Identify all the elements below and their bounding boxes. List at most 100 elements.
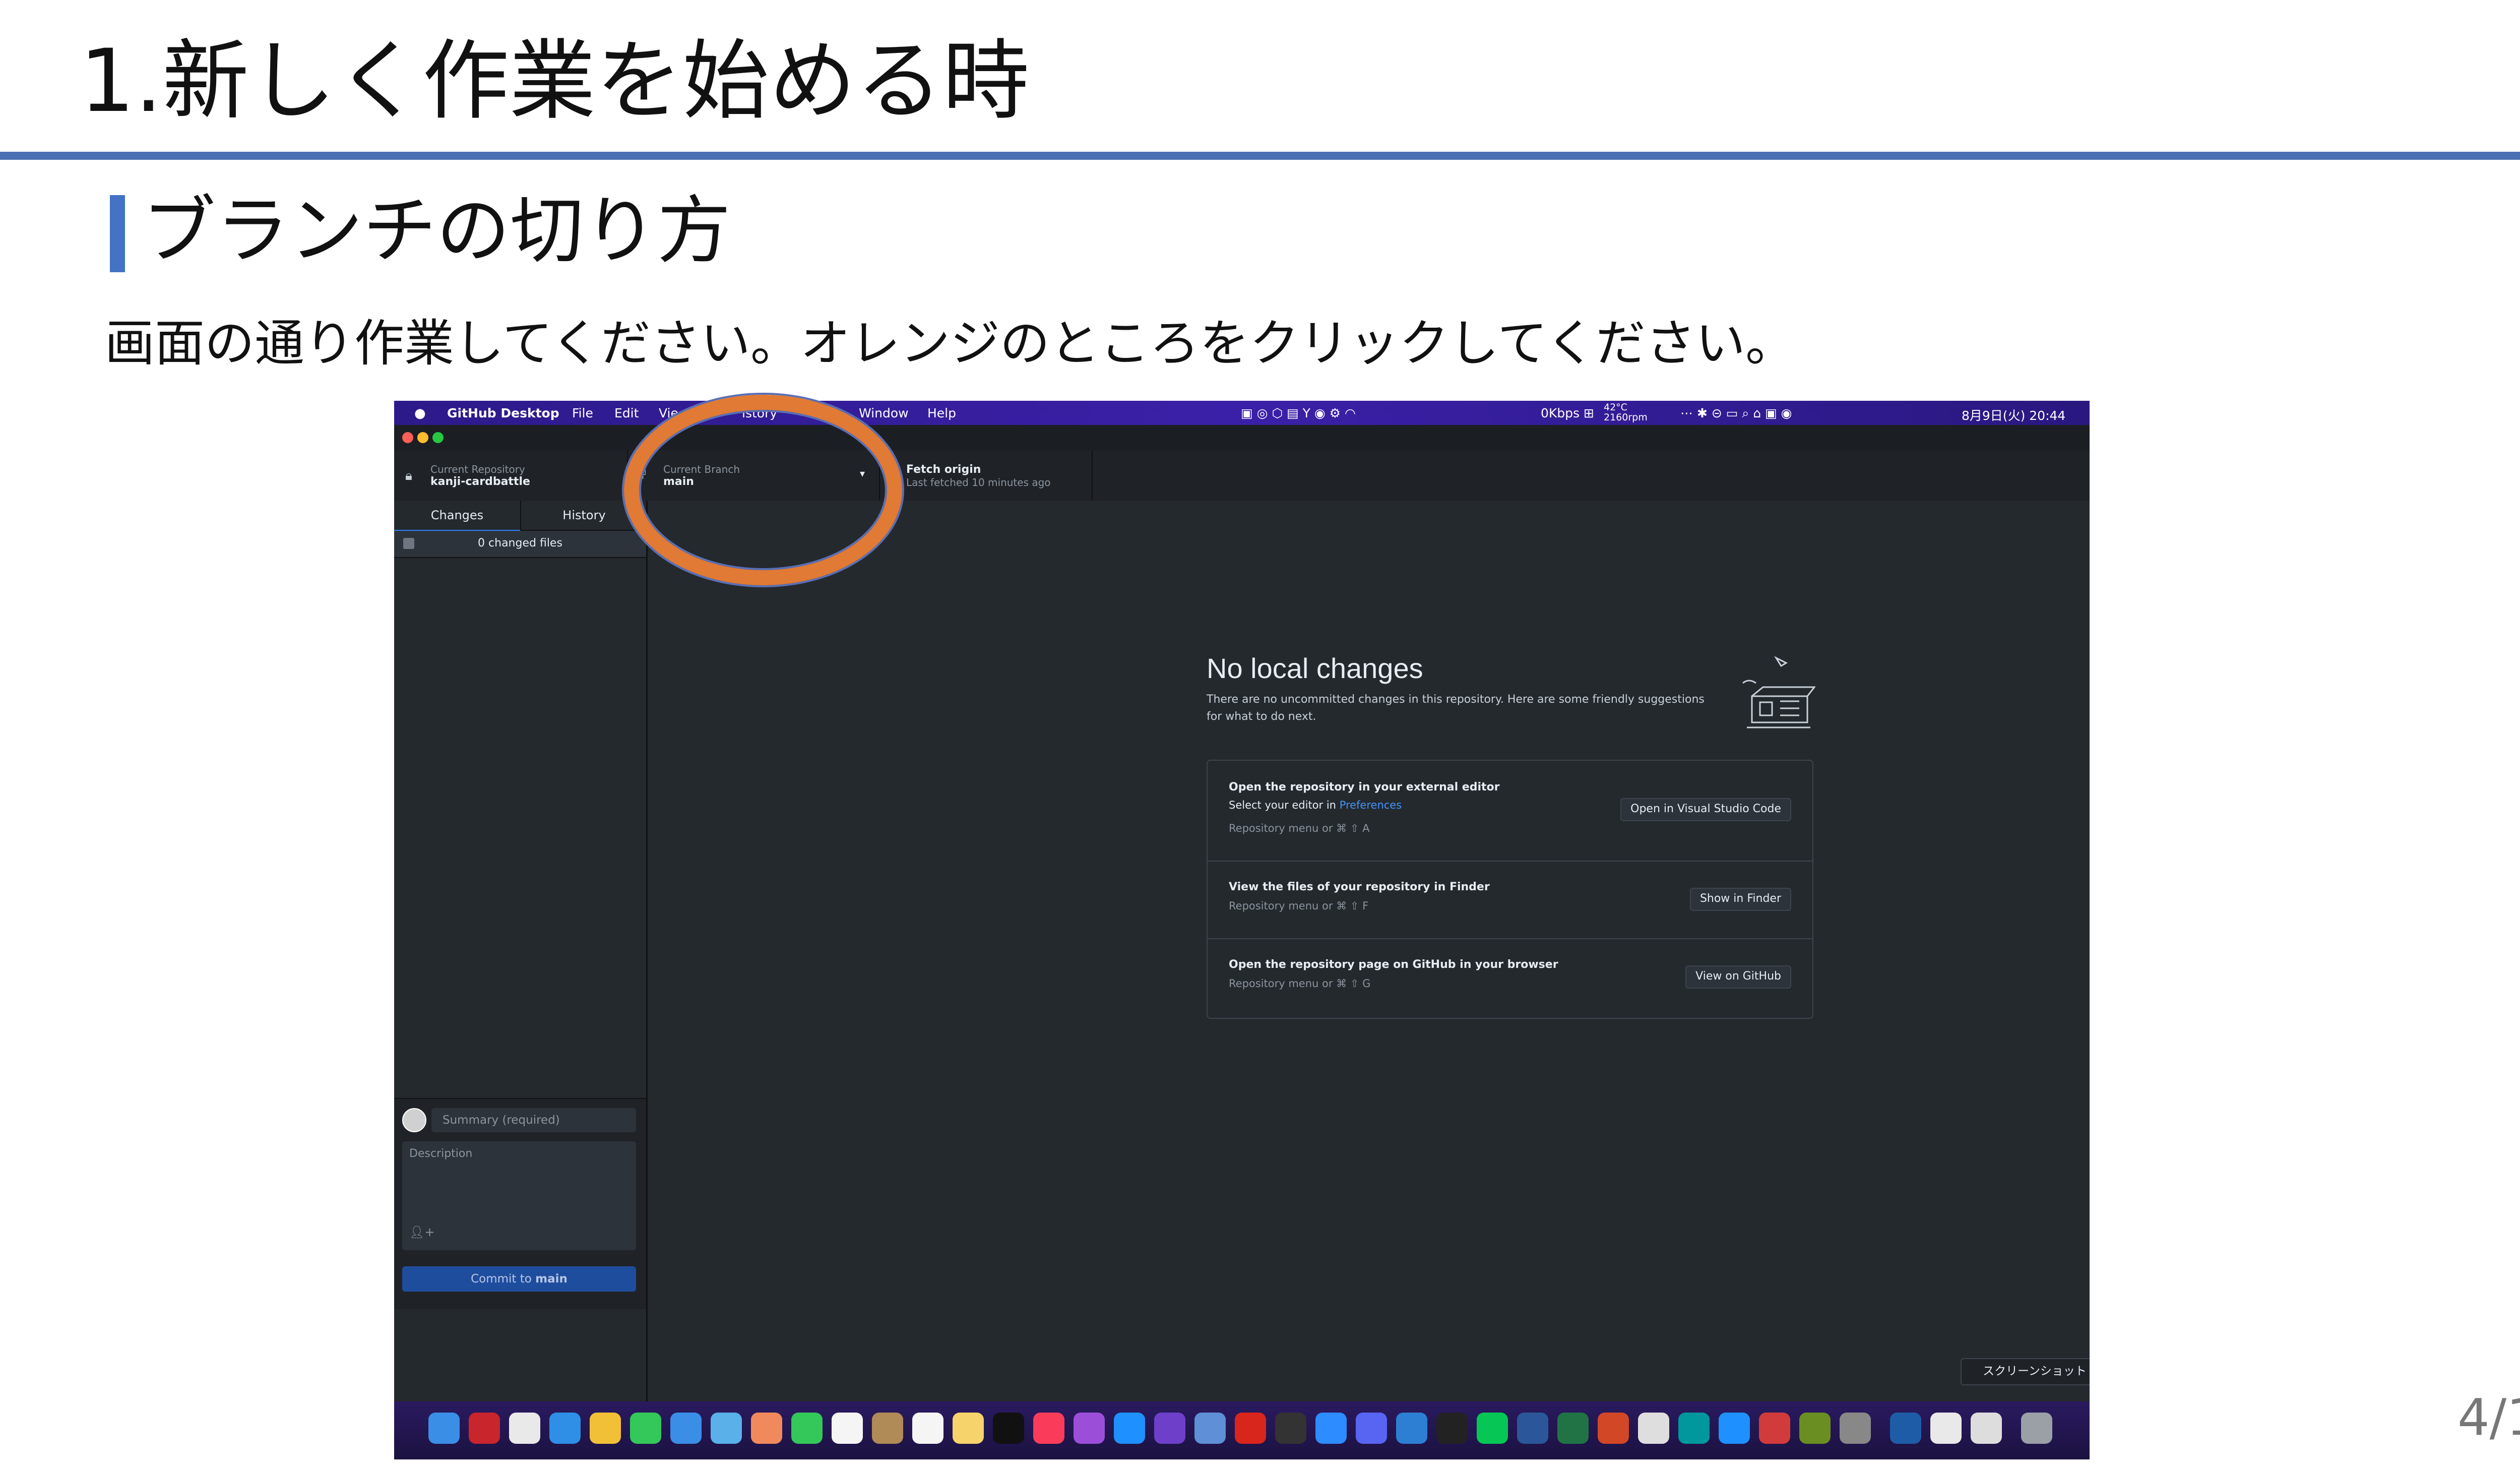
github-desktop-icon[interactable] [1154, 1413, 1185, 1444]
clock: 8月9日(火) 20:44 [1962, 408, 2066, 423]
cpu-temp: 42°C [1604, 402, 1627, 413]
screenshot-button[interactable]: スクリーンショット [1961, 1358, 2090, 1385]
messages-icon[interactable] [630, 1413, 661, 1444]
app-store-icon[interactable] [1114, 1413, 1145, 1444]
word-icon[interactable] [1517, 1413, 1548, 1444]
no-changes-title: No local changes [1207, 652, 1423, 684]
minecraft-icon[interactable] [1799, 1413, 1831, 1444]
finder-row-hint: Repository menu or ⌘ ⇧ F [1229, 900, 1369, 912]
trash-icon[interactable] [2021, 1413, 2052, 1444]
close-window-button[interactable] [402, 432, 413, 443]
view-on-github-button[interactable]: View on GitHub [1685, 965, 1791, 989]
show-in-finder-button[interactable]: Show in Finder [1689, 888, 1791, 911]
github-desktop-screenshot: ● GitHub Desktop File Edit Vie istory Wi… [394, 401, 2090, 1459]
description-textarea[interactable]: Description 👤︎+ [402, 1141, 636, 1250]
minimize-window-button[interactable] [417, 432, 428, 443]
orange-highlight-circle [624, 395, 902, 585]
discord-icon[interactable] [1356, 1413, 1387, 1444]
instruction-text: 画面の通り作業してください。オレンジのところをクリックしてください。 [105, 315, 1796, 373]
launchpad-icon[interactable] [509, 1413, 540, 1444]
1password-icon[interactable] [1890, 1413, 1921, 1444]
menu-help[interactable]: Help [927, 406, 956, 420]
zoom-icon[interactable] [1315, 1413, 1347, 1444]
editor-row-title: Open the repository in your external edi… [1229, 781, 1500, 793]
music-icon[interactable] [1033, 1413, 1064, 1444]
slide-title: 1.新しく作業を始める時 [80, 30, 1030, 132]
contacts-icon[interactable] [872, 1413, 903, 1444]
changed-files-header: 0 changed files [394, 531, 646, 558]
zoom-window-button[interactable] [432, 432, 444, 443]
line-icon[interactable] [1477, 1413, 1508, 1444]
system-preferences-icon[interactable] [1840, 1413, 1871, 1444]
preferences-link[interactable]: Preferences [1340, 799, 1402, 811]
avatar [402, 1108, 426, 1132]
sidebar: Changes History 0 changed files Summary … [394, 501, 648, 1459]
repo-name: kanji-cardbattle [430, 475, 530, 488]
podcasts-icon[interactable] [1074, 1413, 1105, 1444]
photos-icon[interactable] [751, 1413, 782, 1444]
commit-area: Summary (required) Description 👤︎+ Commi… [394, 1098, 646, 1309]
powerpoint-icon[interactable] [1598, 1413, 1629, 1444]
arduino-icon[interactable] [1678, 1413, 1710, 1444]
menu-file[interactable]: File [572, 406, 593, 420]
apple-tv-icon[interactable] [993, 1413, 1024, 1444]
fetch-title: Fetch origin [906, 463, 981, 476]
migration-icon[interactable] [1194, 1413, 1226, 1444]
editor-row-subtitle-prefix: Select your editor in [1229, 799, 1340, 811]
menu-edit[interactable]: Edit [614, 406, 639, 420]
autocad-icon[interactable] [1759, 1413, 1790, 1444]
menu-window[interactable]: Window [859, 406, 909, 420]
suggestion-finder-row: View the files of your repository in Fin… [1208, 861, 1812, 939]
finder-icon[interactable] [428, 1413, 460, 1444]
safari-icon[interactable] [549, 1413, 581, 1444]
terminal-icon[interactable] [1436, 1413, 1468, 1444]
unity-hub-icon[interactable] [1971, 1413, 2002, 1444]
reminders-icon[interactable] [912, 1413, 943, 1444]
preview-icon[interactable] [1930, 1413, 1962, 1444]
notes-icon[interactable] [953, 1413, 984, 1444]
facetime-icon[interactable] [791, 1413, 823, 1444]
suggestion-editor-row: Open the repository in your external edi… [1208, 761, 1812, 862]
add-coauthor-icon[interactable]: 👤︎+ [409, 1225, 435, 1239]
title-divider [0, 152, 2520, 160]
changed-files-count: 0 changed files [478, 537, 562, 549]
tab-changes[interactable]: Changes [394, 501, 520, 532]
menu-app-name[interactable]: GitHub Desktop [447, 406, 559, 420]
summary-input[interactable]: Summary (required) [431, 1108, 636, 1132]
macos-dock [394, 1401, 2090, 1459]
calendar-icon[interactable] [832, 1413, 863, 1444]
chrome-icon[interactable] [590, 1413, 621, 1444]
editor-row-hint: Repository menu or ⌘ ⇧ A [1229, 822, 1370, 834]
fetch-origin-button[interactable]: ↻ Fetch origin Last fetched 10 minutes a… [880, 450, 1093, 501]
fetch-subtitle: Last fetched 10 minutes ago [906, 476, 1051, 488]
commit-button[interactable]: Commit to main [402, 1266, 636, 1292]
mail-icon[interactable] [670, 1413, 702, 1444]
subtitle-accent-bar [110, 195, 125, 272]
teamviewer-icon[interactable] [1719, 1413, 1750, 1444]
page-number: 4/17 [2458, 1388, 2520, 1447]
current-repository-button[interactable]: 🔒︎ Current Repository kanji-cardbattle [394, 450, 628, 501]
sidebar-tabs: Changes History [394, 501, 646, 532]
apple-icon[interactable]: ● [414, 406, 426, 421]
screenshot-app-icon[interactable] [1638, 1413, 1669, 1444]
lock-icon: 🔒︎ [405, 468, 412, 483]
main-panel: No local changes There are no uncommitte… [648, 501, 2090, 1459]
open-in-vscode-button[interactable]: Open in Visual Studio Code [1620, 798, 1791, 821]
excel-icon[interactable] [1557, 1413, 1589, 1444]
acrobat-icon[interactable] [1235, 1413, 1266, 1444]
suggestions-card: Open the repository in your external edi… [1207, 760, 1813, 1019]
repo-label: Current Repository [430, 463, 525, 475]
status-icons: ▣ ◎ ⬡ ▤ Y ◉ ⚙ ◠ [1241, 406, 1356, 420]
no-changes-description: There are no uncommitted changes in this… [1207, 693, 1705, 723]
filezilla-icon[interactable] [469, 1413, 500, 1444]
vscode-icon[interactable] [1396, 1413, 1427, 1444]
fan-speed: 2160rpm [1604, 412, 1648, 423]
fan-icon: ⊞ [1584, 406, 1594, 420]
network-speed: 0Kbps [1541, 406, 1580, 420]
description-placeholder: Description [409, 1147, 473, 1160]
maps-icon[interactable] [711, 1413, 742, 1444]
unity-icon[interactable] [1275, 1413, 1306, 1444]
tray-icons: ⋯ ✱ ⊝ ▭ ⌕ ⌂ ▣ ◉ [1680, 406, 1792, 420]
github-row-title: Open the repository page on GitHub in yo… [1229, 958, 1558, 971]
commit-branch: main [535, 1272, 568, 1286]
